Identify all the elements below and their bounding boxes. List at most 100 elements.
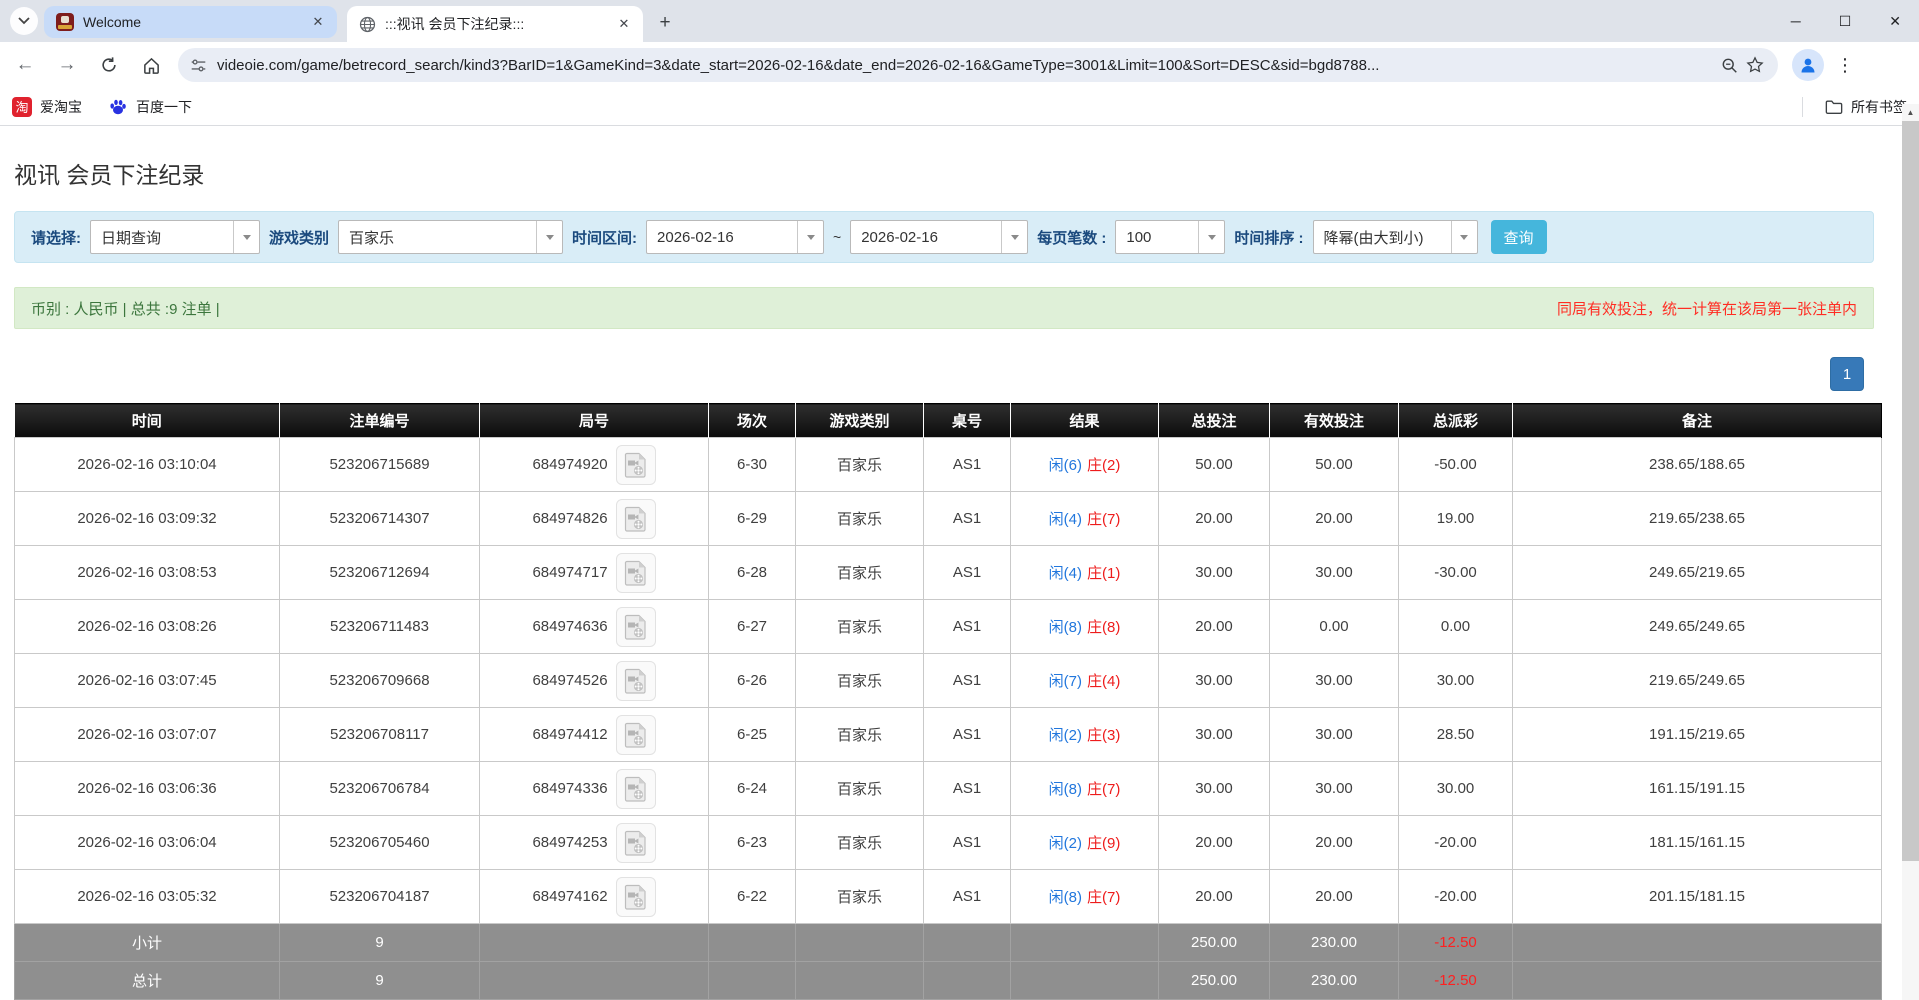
round-id: 684974526	[532, 672, 607, 689]
bookmark-label: 爱淘宝	[40, 97, 82, 117]
sort-select[interactable]: 降幂(由大到小)	[1313, 220, 1478, 254]
sort-label: 时间排序 :	[1234, 227, 1303, 248]
result-player: 闲(8)	[1049, 889, 1082, 906]
cell-total-bet: 30.00	[1159, 708, 1270, 762]
cell-game: 百家乐	[796, 546, 924, 600]
folder-icon	[1825, 99, 1843, 115]
cell-payout: 30.00	[1399, 762, 1513, 816]
cell-game: 百家乐	[796, 870, 924, 924]
tab-strip: Welcome ✕ :::视讯 会员下注纪录::: ✕ + ─ ☐ ✕	[0, 0, 1919, 42]
video-replay-button[interactable]	[616, 553, 656, 593]
profile-avatar[interactable]	[1792, 49, 1824, 81]
tab-search-button[interactable]	[10, 7, 38, 35]
cell-bet-id: 523206706784	[280, 762, 480, 816]
result-banker: 庄(2)	[1087, 457, 1120, 474]
cell-valid-bet: 30.00	[1270, 546, 1399, 600]
result-banker: 庄(7)	[1087, 889, 1120, 906]
home-button[interactable]	[134, 48, 168, 82]
close-icon[interactable]: ✕	[309, 13, 327, 31]
cell-game: 百家乐	[796, 762, 924, 816]
bookmark-star-button[interactable]	[1742, 52, 1768, 78]
reload-button[interactable]	[92, 48, 126, 82]
date-start-select[interactable]: 2026-02-16	[646, 220, 824, 254]
summary-bar: 币别 : 人民币 | 总共 :9 注单 | 同局有效投注，统一计算在该局第一张注…	[14, 287, 1874, 329]
column-header: 桌号	[924, 404, 1011, 438]
game-kind-select[interactable]: 百家乐	[338, 220, 563, 254]
cell-valid-bet: 20.00	[1270, 816, 1399, 870]
zoom-button[interactable]	[1716, 52, 1742, 78]
video-replay-button[interactable]	[616, 769, 656, 809]
result-banker: 庄(7)	[1087, 511, 1120, 528]
close-icon[interactable]: ✕	[615, 15, 633, 33]
baidu-paw-icon	[108, 97, 128, 117]
video-replay-button[interactable]	[616, 607, 656, 647]
video-replay-button[interactable]	[616, 715, 656, 755]
browser-menu-button[interactable]: ⋮	[1836, 55, 1854, 76]
back-button[interactable]: ←	[8, 48, 42, 82]
footer-cell	[796, 924, 924, 962]
round-id: 684974717	[532, 564, 607, 581]
footer-cell: -12.50	[1399, 962, 1513, 1000]
column-header: 游戏类别	[796, 404, 924, 438]
cell-total-bet: 50.00	[1159, 438, 1270, 492]
cell-total-bet: 30.00	[1159, 546, 1270, 600]
column-header: 结果	[1011, 404, 1159, 438]
cell-valid-bet: 30.00	[1270, 654, 1399, 708]
url-text[interactable]: videoie.com/game/betrecord_search/kind3?…	[217, 57, 1716, 74]
per-page-select[interactable]: 100	[1115, 220, 1225, 254]
cell-game: 百家乐	[796, 438, 924, 492]
round-id: 684974162	[532, 888, 607, 905]
cell-total-bet: 20.00	[1159, 870, 1270, 924]
footer-cell: 小计	[15, 924, 280, 962]
cell-valid-bet: 0.00	[1270, 600, 1399, 654]
video-file-icon	[624, 668, 648, 694]
search-button[interactable]: 查询	[1491, 220, 1547, 254]
bookmark-aitaobao[interactable]: 淘 爱淘宝	[12, 97, 82, 117]
cell-payout: 28.50	[1399, 708, 1513, 762]
cell-valid-bet: 20.00	[1270, 492, 1399, 546]
scroll-up-icon[interactable]: ▲	[1902, 104, 1919, 120]
footer-cell	[1011, 924, 1159, 962]
video-replay-button[interactable]	[616, 823, 656, 863]
scrollbar-thumb[interactable]	[1902, 121, 1919, 861]
page-1-button[interactable]: 1	[1830, 357, 1864, 391]
bookmark-baidu[interactable]: 百度一下	[108, 97, 192, 117]
all-bookmarks-button[interactable]: 所有书签	[1802, 97, 1907, 117]
page-title: 视讯 会员下注纪录	[14, 156, 1902, 190]
video-replay-button[interactable]	[616, 877, 656, 917]
page-scrollbar[interactable]: ▲	[1902, 104, 1919, 1000]
new-tab-button[interactable]: +	[651, 9, 679, 37]
cell-total-bet: 20.00	[1159, 492, 1270, 546]
cell-payout: 0.00	[1399, 600, 1513, 654]
tab-betrecord[interactable]: :::视讯 会员下注纪录::: ✕	[347, 6, 643, 42]
date-end-select[interactable]: 2026-02-16	[850, 220, 1028, 254]
game-kind-label: 游戏类别	[269, 227, 329, 248]
star-icon	[1746, 56, 1764, 74]
date-start-value: 2026-02-16	[647, 221, 797, 253]
video-replay-button[interactable]	[616, 445, 656, 485]
cell-game: 百家乐	[796, 654, 924, 708]
magnifier-icon	[1721, 57, 1738, 74]
forward-button[interactable]: →	[50, 48, 84, 82]
minimize-button[interactable]: ─	[1791, 13, 1801, 29]
footer-cell	[480, 962, 709, 1000]
chevron-down-icon	[233, 221, 259, 253]
table-row: 2026-02-16 03:05:32 523206704187 6849741…	[15, 870, 1882, 924]
video-replay-button[interactable]	[616, 499, 656, 539]
footer-cell: 250.00	[1159, 962, 1270, 1000]
close-window-button[interactable]: ✕	[1889, 13, 1901, 30]
footer-cell	[924, 962, 1011, 1000]
cell-bet-id: 523206712694	[280, 546, 480, 600]
cell-note: 219.65/238.65	[1513, 492, 1882, 546]
url-bar[interactable]: videoie.com/game/betrecord_search/kind3?…	[178, 48, 1778, 82]
footer-cell	[709, 962, 796, 1000]
query-type-select[interactable]: 日期查询	[90, 220, 260, 254]
cell-result: 闲(6)庄(2)	[1011, 438, 1159, 492]
tab-welcome[interactable]: Welcome ✕	[44, 6, 337, 38]
cell-payout: 19.00	[1399, 492, 1513, 546]
cell-table: AS1	[924, 492, 1011, 546]
maximize-button[interactable]: ☐	[1839, 13, 1852, 30]
video-replay-button[interactable]	[616, 661, 656, 701]
site-settings-icon[interactable]	[190, 57, 207, 74]
rule-notice: 同局有效投注，统一计算在该局第一张注单内	[1557, 298, 1857, 319]
